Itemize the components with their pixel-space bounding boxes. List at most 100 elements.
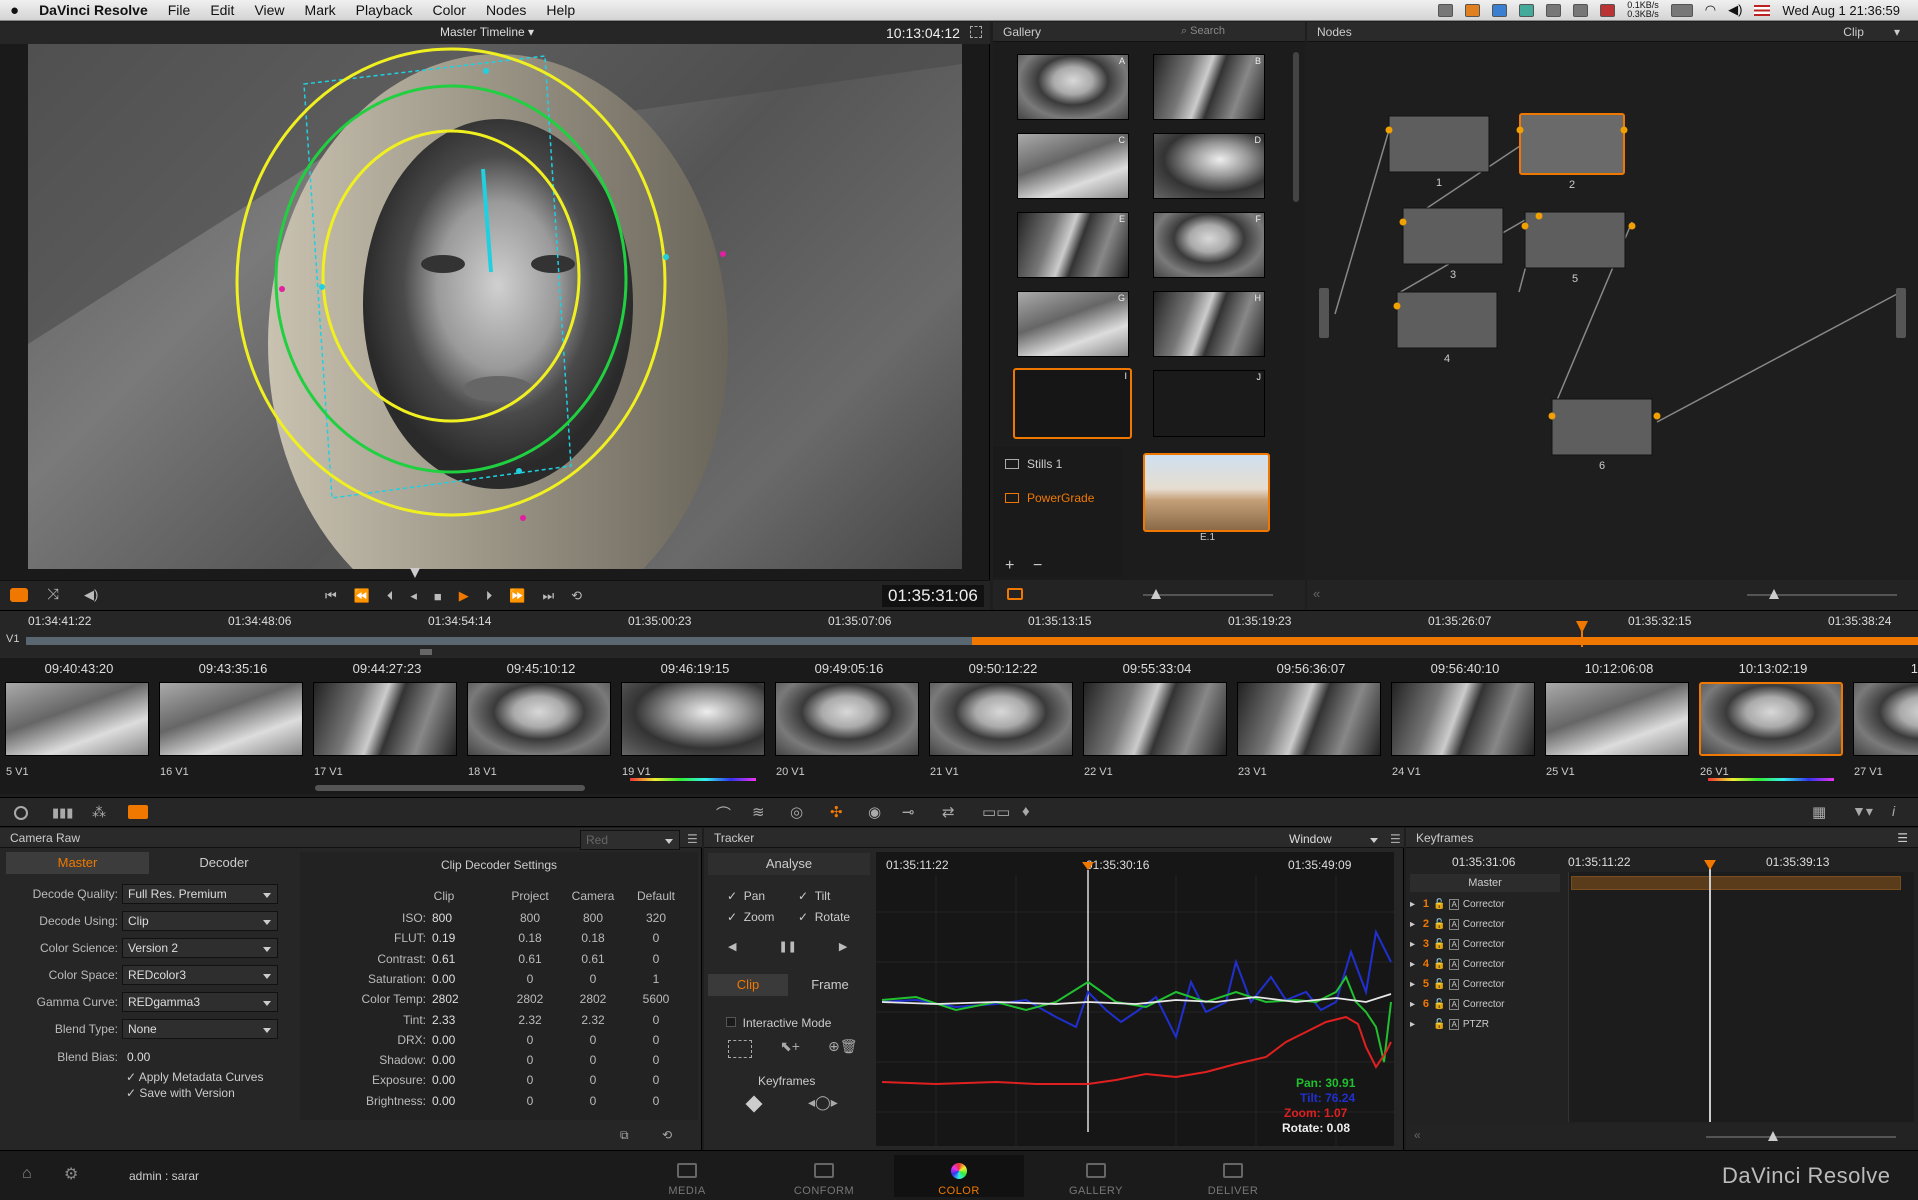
clip-11[interactable]: 10:13:02:19 26 V1 — [1698, 658, 1848, 792]
clip-1[interactable]: 09:43:35:16 16 V1 — [158, 658, 308, 792]
expand-icon[interactable]: ▸ — [1410, 959, 1415, 970]
tracker-icon[interactable]: ✣ — [830, 803, 843, 821]
still-f[interactable]: F — [1153, 212, 1265, 278]
camera-type-select[interactable]: Red — [580, 830, 680, 850]
decoder-clip-value[interactable]: 0.61 — [432, 952, 455, 966]
window-icon[interactable]: ◎ — [790, 803, 803, 821]
pan-checkbox[interactable]: ✓ Pan — [727, 889, 765, 903]
tracker-mode-select[interactable]: Window — [1284, 830, 1384, 850]
album-powergrade[interactable]: PowerGrade — [1005, 491, 1094, 505]
menu-playback[interactable]: Playback — [346, 2, 423, 18]
still-c[interactable]: C — [1017, 133, 1129, 199]
gallery-view-icon[interactable] — [1007, 588, 1023, 600]
menu-nodes[interactable]: Nodes — [476, 2, 536, 18]
expand-icon[interactable]: ▸ — [1410, 1019, 1415, 1030]
step-forward-icon[interactable]: ⏵ — [486, 588, 493, 604]
menu-mark[interactable]: Mark — [295, 2, 346, 18]
handle-right[interactable] — [720, 251, 726, 257]
dropbox-tray-icon[interactable] — [1492, 3, 1508, 17]
copy-settings-icon[interactable]: ⧉ — [620, 1128, 629, 1143]
raw-field-select[interactable]: Clip — [122, 911, 278, 931]
keyframe-nav-icon[interactable]: ◂◯▸ — [808, 1094, 838, 1111]
nodes-collapse-icon[interactable]: « — [1313, 586, 1320, 601]
clip-6[interactable]: 09:50:12:22 21 V1 — [928, 658, 1078, 792]
blur-icon[interactable]: ◉ — [868, 803, 881, 821]
decoder-clip-value[interactable]: 0.00 — [432, 1033, 455, 1047]
settings-icon[interactable]: ⚙ — [64, 1164, 78, 1184]
shuffle-icon[interactable]: ⤨ — [47, 586, 59, 603]
track-backward-icon[interactable]: ◀ — [728, 940, 736, 953]
nodes-mode-select[interactable]: Clip ▾ — [1843, 25, 1900, 39]
keyframes-playhead[interactable] — [1709, 862, 1711, 1122]
node-output-handle[interactable] — [1896, 288, 1906, 338]
rss-tray-icon[interactable] — [1465, 3, 1481, 17]
still-j[interactable]: J — [1153, 370, 1265, 437]
lock-icon[interactable]: 🔓 — [1433, 979, 1445, 990]
go-to-end-icon[interactable]: ⏭ — [542, 588, 554, 604]
handle-nw[interactable] — [319, 284, 325, 290]
handle-bottom[interactable] — [520, 515, 526, 521]
playhead-triangle[interactable] — [1082, 862, 1094, 870]
fullscreen-icon[interactable] — [970, 26, 982, 38]
interactive-mode-checkbox[interactable]: Interactive Mode — [726, 1016, 831, 1030]
node-4[interactable]: 4 — [1396, 291, 1498, 365]
wifi-icon[interactable]: ◠ — [1705, 2, 1716, 18]
handle-s[interactable] — [516, 468, 522, 474]
clip-thumbnail[interactable] — [775, 682, 919, 756]
decoder-clip-value[interactable]: 0.00 — [432, 1053, 455, 1067]
tracker-menu-icon[interactable]: ☰ — [1390, 832, 1401, 846]
fast-forward-icon[interactable]: ⏩ — [509, 588, 525, 604]
add-point-icon[interactable] — [728, 1040, 752, 1058]
page-tab-color[interactable]: COLOR — [894, 1155, 1024, 1197]
clip-thumbnail[interactable] — [1699, 682, 1843, 756]
menu-help[interactable]: Help — [536, 2, 585, 18]
lock-icon[interactable]: 🔓 — [1433, 939, 1445, 950]
battery-tray-icon[interactable] — [1670, 3, 1693, 17]
viewer-mode-icon[interactable] — [10, 588, 28, 602]
clip-4[interactable]: 09:46:19:15 19 V1 — [620, 658, 770, 792]
apple-menu-icon[interactable]: ● — [0, 2, 29, 19]
drop-icon[interactable]: ♦ — [1022, 803, 1030, 820]
analyse-button[interactable]: Analyse — [708, 853, 870, 875]
keyframes-track-area[interactable] — [1568, 860, 1914, 1122]
decoder-clip-value[interactable]: 2.33 — [432, 1013, 455, 1027]
gallery-search[interactable]: ⌕ Search — [1181, 25, 1225, 38]
clip-thumbnail[interactable] — [929, 682, 1073, 756]
volume-icon[interactable]: ◀) — [1728, 2, 1742, 18]
clock-tray-icon[interactable] — [1573, 3, 1589, 17]
delete-point-icon[interactable]: ⊕🗑 — [828, 1038, 858, 1055]
volume-icon[interactable]: ◀) — [84, 587, 98, 603]
loop-icon[interactable]: ⟲ — [571, 588, 582, 604]
keyframe-track[interactable]: ▸ 1 🔓 A Corrector — [1410, 894, 1567, 914]
clip-thumbnail[interactable] — [159, 682, 303, 756]
clip-thumbnail[interactable] — [621, 682, 765, 756]
still-d[interactable]: D — [1153, 133, 1265, 199]
clip-thumbnail[interactable] — [5, 682, 149, 756]
set-point-icon[interactable]: ⬉+ — [780, 1038, 800, 1055]
keyframes-menu-icon[interactable]: ☰ — [1897, 831, 1908, 845]
play-icon[interactable]: ▶ — [459, 588, 469, 604]
menu-edit[interactable]: Edit — [200, 2, 244, 18]
node-graph[interactable]: 1 2 3 5 4 6 — [1307, 44, 1918, 584]
lock-icon[interactable]: 🔓 — [1433, 919, 1445, 930]
clip-12[interactable]: 10:13 27 V1 — [1852, 658, 1918, 792]
gallery-zoom-slider[interactable] — [1143, 589, 1273, 599]
still-a[interactable]: A — [1017, 54, 1129, 120]
decoder-clip-value[interactable]: 0.19 — [432, 931, 455, 945]
clip-thumbnail[interactable] — [1545, 682, 1689, 756]
camera-raw-icon[interactable] — [128, 805, 148, 819]
clip-thumbnail[interactable] — [1237, 682, 1381, 756]
raw-field-select[interactable]: Version 2 — [122, 938, 278, 958]
tab-master[interactable]: Master — [6, 852, 149, 874]
info-icon[interactable]: i — [1892, 803, 1895, 819]
stereo-icon[interactable]: ▭▭ — [982, 803, 1010, 821]
decoder-clip-value[interactable]: 0.00 — [432, 972, 455, 986]
search-tray-icon[interactable] — [1546, 3, 1562, 17]
rotate-checkbox[interactable]: ✓ Rotate — [798, 910, 850, 924]
clip-0[interactable]: 09:40:43:20 5 V1 — [4, 658, 154, 792]
tracker-graph[interactable]: 01:35:11:22 01:35:30:16 01:35:49:09 Pan:… — [876, 852, 1394, 1146]
viewer-image[interactable] — [28, 44, 962, 569]
still-b[interactable]: B — [1153, 54, 1265, 120]
color-wheels-icon[interactable] — [14, 806, 28, 820]
clip-thumbnail[interactable] — [1083, 682, 1227, 756]
